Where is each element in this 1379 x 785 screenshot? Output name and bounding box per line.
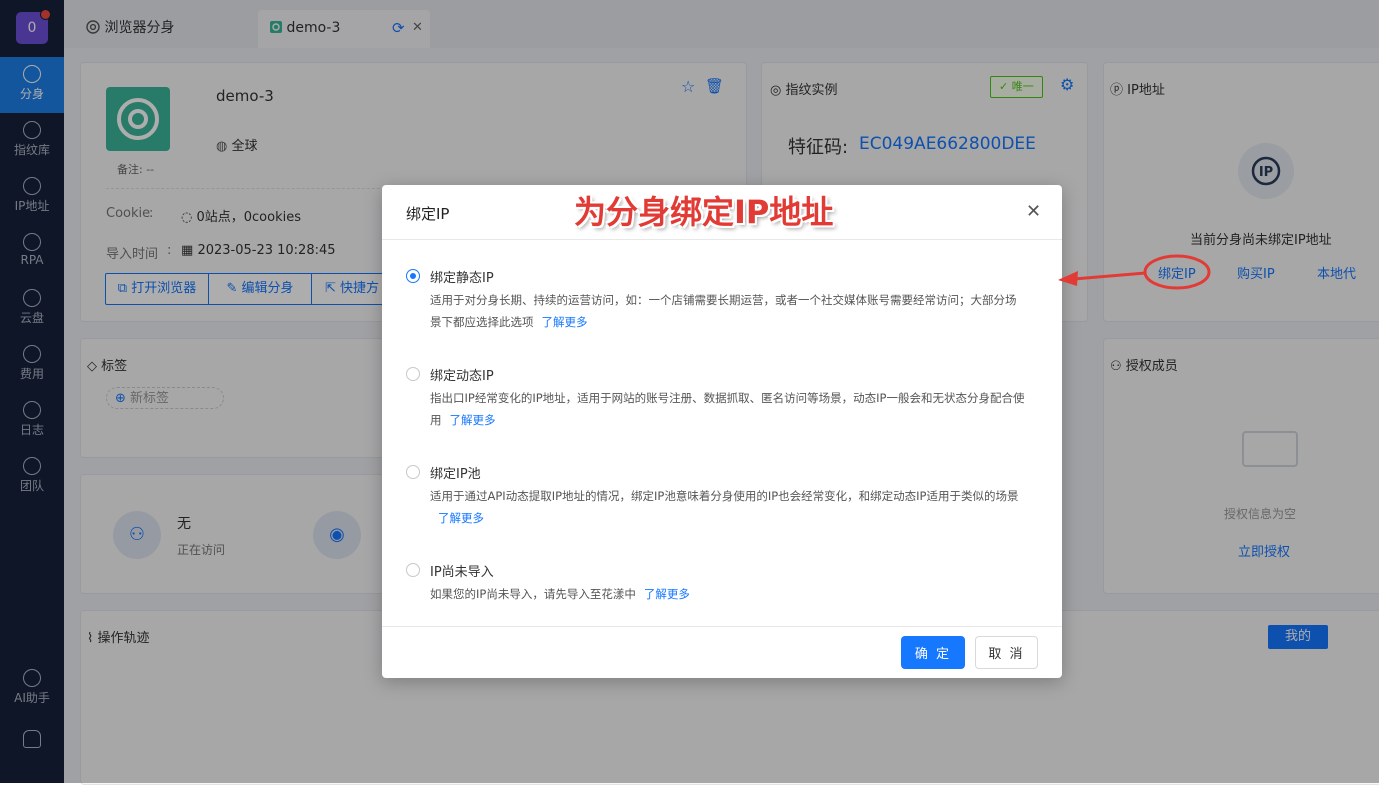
close-icon[interactable]: ✕ [1026, 201, 1041, 222]
learn-more-link[interactable]: 了解更多 [438, 511, 484, 525]
radio-ip-pool[interactable] [406, 465, 420, 479]
cancel-button[interactable]: 取 消 [975, 636, 1038, 669]
option-title: 绑定动态IP [430, 369, 494, 384]
option-desc-text: 适用于对分身长期、持续的运营访问，如：一个店铺需要长期运营，或者一个社交媒体账号… [430, 293, 1017, 329]
option-desc: 如果您的IP尚未导入，请先导入至花漾中 了解更多 [430, 583, 1026, 605]
option-desc-text: 如果您的IP尚未导入，请先导入至花漾中 [430, 587, 636, 601]
radio-dynamic-ip[interactable] [406, 367, 420, 381]
bind-ip-dialog: 绑定IP ✕ 绑定静态IP 适用于对分身长期、持续的运营访问，如：一个店铺需要长… [382, 185, 1062, 678]
option-title: IP尚未导入 [430, 565, 494, 580]
annotation-arrow [1058, 254, 1211, 290]
learn-more-link[interactable]: 了解更多 [644, 587, 690, 601]
option-desc: 适用于通过API动态提取IP地址的情况，绑定IP池意味着分身使用的IP也会经常变… [430, 485, 1026, 529]
dialog-header-divider [382, 239, 1062, 240]
option-desc: 指出口IP经常变化的IP地址，适用于网站的账号注册、数据抓取、匿名访问等场景，动… [430, 387, 1026, 431]
radio-static-ip[interactable] [406, 269, 420, 283]
option-desc: 适用于对分身长期、持续的运营访问，如：一个店铺需要长期运营，或者一个社交媒体账号… [430, 289, 1026, 333]
learn-more-link[interactable]: 了解更多 [542, 315, 588, 329]
annotation-text: 为分身绑定IP地址 [574, 193, 834, 231]
radio-ip-not-imported[interactable] [406, 563, 420, 577]
dialog-title: 绑定IP [406, 205, 450, 223]
confirm-button[interactable]: 确 定 [901, 636, 965, 669]
dialog-footer-divider [382, 626, 1062, 627]
option-desc-text: 适用于通过API动态提取IP地址的情况，绑定IP池意味着分身使用的IP也会经常变… [430, 489, 1019, 503]
learn-more-link[interactable]: 了解更多 [450, 413, 496, 427]
option-title: 绑定IP池 [430, 467, 481, 482]
option-desc-text: 指出口IP经常变化的IP地址，适用于网站的账号注册、数据抓取、匿名访问等场景，动… [430, 391, 1025, 427]
option-title: 绑定静态IP [430, 271, 494, 286]
